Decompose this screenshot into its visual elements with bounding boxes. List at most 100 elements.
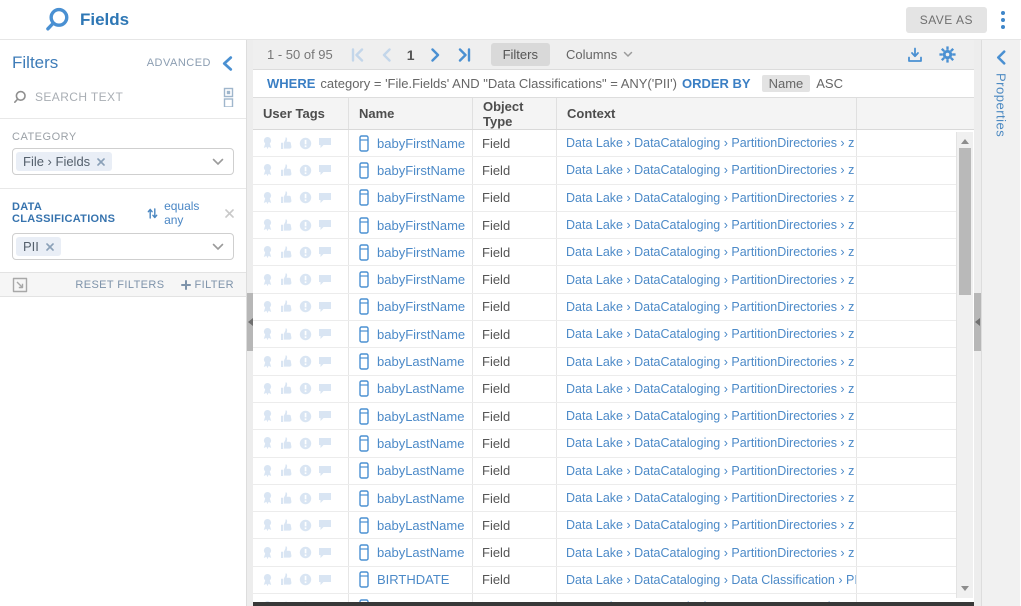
expand-properties-icon[interactable] [995, 50, 1008, 65]
context-link[interactable]: Data Lake › DataCataloging › PartitionDi… [566, 436, 857, 450]
certification-icon[interactable] [261, 436, 274, 450]
certification-icon[interactable] [261, 327, 274, 341]
deprecation-icon[interactable] [299, 410, 312, 423]
field-name-link[interactable]: BirthDate [377, 600, 431, 602]
right-splitter-handle[interactable] [974, 293, 981, 351]
reset-filters-button[interactable]: RESET FILTERS [75, 279, 164, 291]
certification-icon[interactable] [261, 382, 274, 396]
add-filter-button[interactable]: FILTER [181, 279, 234, 291]
deprecation-icon[interactable] [299, 246, 312, 259]
remove-filter-icon[interactable] [225, 209, 234, 218]
context-link[interactable]: Data Lake › DataCataloging › PartitionDi… [566, 464, 857, 478]
comment-icon[interactable] [318, 301, 332, 313]
first-page-icon[interactable] [351, 48, 366, 62]
endorsement-icon[interactable] [280, 328, 293, 341]
endorsement-icon[interactable] [280, 492, 293, 505]
kebab-menu-icon[interactable] [1001, 11, 1005, 29]
comment-icon[interactable] [318, 437, 332, 449]
context-link[interactable]: Data Lake › DataCataloging › PartitionDi… [566, 245, 857, 259]
comment-icon[interactable] [318, 274, 332, 286]
context-link[interactable]: Data Lake › DataCataloging › PartitionDi… [566, 218, 857, 232]
certification-icon[interactable] [261, 355, 274, 369]
certification-icon[interactable] [261, 409, 274, 423]
download-icon[interactable] [907, 47, 923, 63]
certification-icon[interactable] [261, 464, 274, 478]
endorsement-icon[interactable] [280, 273, 293, 286]
certification-icon[interactable] [261, 518, 274, 532]
comment-icon[interactable] [318, 547, 332, 559]
search-input[interactable] [35, 90, 223, 104]
endorsement-icon[interactable] [280, 546, 293, 559]
comment-icon[interactable] [318, 219, 332, 231]
field-name-link[interactable]: babyFirstName [377, 299, 465, 314]
match-options-icon[interactable] [223, 87, 234, 107]
deprecation-icon[interactable] [299, 437, 312, 450]
comment-icon[interactable] [318, 246, 332, 258]
context-link[interactable]: Data Lake › DataCataloging › PartitionDi… [566, 355, 857, 369]
deprecation-icon[interactable] [299, 382, 312, 395]
certification-icon[interactable] [261, 491, 274, 505]
deprecation-icon[interactable] [299, 573, 312, 586]
context-link[interactable]: Data Lake › DataCataloging › PartitionDi… [566, 491, 857, 505]
certification-icon[interactable] [261, 600, 274, 602]
context-link[interactable]: Data Lake › DataCataloging › PartitionDi… [566, 382, 857, 396]
context-link[interactable]: Data Lake › DataCataloging › PartitionDi… [566, 327, 857, 341]
query-bar[interactable]: WHERE category = 'File.Fields' AND "Data… [253, 70, 974, 98]
field-name-link[interactable]: babyFirstName [377, 190, 465, 205]
columns-dropdown-button[interactable]: Columns [566, 47, 633, 62]
comment-icon[interactable] [318, 192, 332, 204]
prev-page-icon[interactable] [381, 48, 392, 62]
endorsement-icon[interactable] [280, 573, 293, 586]
field-name-link[interactable]: babyLastName [377, 409, 464, 424]
deprecation-icon[interactable] [299, 273, 312, 286]
field-name-link[interactable]: babyFirstName [377, 245, 465, 260]
comment-icon[interactable] [318, 519, 332, 531]
field-name-link[interactable]: BIRTHDATE [377, 572, 449, 587]
comment-icon[interactable] [318, 328, 332, 340]
endorsement-icon[interactable] [280, 191, 293, 204]
field-name-link[interactable]: babyLastName [377, 545, 464, 560]
endorsement-icon[interactable] [280, 410, 293, 423]
deprecation-icon[interactable] [299, 328, 312, 341]
sort-arrows-icon[interactable] [147, 207, 158, 220]
advanced-link[interactable]: ADVANCED [147, 57, 211, 69]
column-header-name[interactable]: Name [349, 98, 473, 129]
endorsement-icon[interactable] [280, 246, 293, 259]
deprecation-icon[interactable] [299, 464, 312, 477]
operator-label[interactable]: equals any [164, 199, 219, 227]
certification-icon[interactable] [261, 245, 274, 259]
certification-icon[interactable] [261, 163, 274, 177]
field-name-link[interactable]: babyLastName [377, 354, 464, 369]
context-link[interactable]: Data Lake › DataCataloging › PartitionDi… [566, 409, 857, 423]
context-link[interactable]: Data Lake › DataCataloging › PartitionDi… [566, 191, 857, 205]
deprecation-icon[interactable] [299, 137, 312, 150]
scrollbar-thumb[interactable] [959, 148, 971, 295]
comment-icon[interactable] [318, 164, 332, 176]
chip-remove-icon[interactable] [46, 243, 54, 251]
field-name-link[interactable]: babyLastName [377, 463, 464, 478]
context-link[interactable]: Data Lake › DataCataloging › PartitionDi… [566, 518, 857, 532]
field-name-link[interactable]: babyLastName [377, 436, 464, 451]
certification-icon[interactable] [261, 273, 274, 287]
column-header-user-tags[interactable]: User Tags [253, 98, 349, 129]
collapse-sidebar-icon[interactable] [221, 56, 234, 71]
order-field-chip[interactable]: Name [762, 75, 811, 92]
properties-tab[interactable]: Properties [994, 73, 1009, 137]
comment-icon[interactable] [318, 492, 332, 504]
comment-icon[interactable] [318, 601, 332, 602]
deprecation-icon[interactable] [299, 492, 312, 505]
context-link[interactable]: Data Lake › DataCataloging › Data Type D… [566, 600, 857, 602]
endorsement-icon[interactable] [280, 464, 293, 477]
filters-toggle-button[interactable]: Filters [491, 43, 550, 66]
certification-icon[interactable] [261, 218, 274, 232]
field-name-link[interactable]: babyFirstName [377, 272, 465, 287]
scroll-up-icon[interactable] [961, 139, 969, 144]
context-link[interactable]: Data Lake › DataCataloging › PartitionDi… [566, 273, 857, 287]
deprecation-icon[interactable] [299, 191, 312, 204]
field-name-link[interactable]: babyFirstName [377, 136, 465, 151]
comment-icon[interactable] [318, 410, 332, 422]
endorsement-icon[interactable] [280, 300, 293, 313]
endorsement-icon[interactable] [280, 519, 293, 532]
endorsement-icon[interactable] [280, 164, 293, 177]
scroll-down-icon[interactable] [961, 586, 969, 591]
